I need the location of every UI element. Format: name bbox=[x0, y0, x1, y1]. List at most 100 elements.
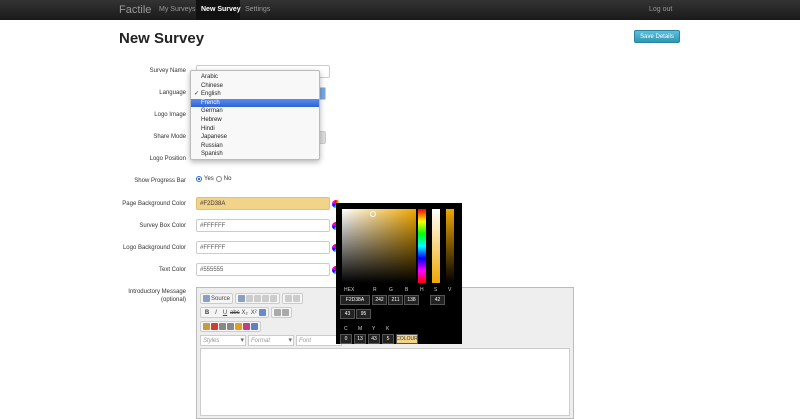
horizontal-rule-icon[interactable] bbox=[227, 323, 234, 330]
special-char-icon[interactable] bbox=[243, 323, 250, 330]
s-input[interactable]: 43 bbox=[340, 309, 355, 319]
hue-slider[interactable] bbox=[418, 209, 426, 283]
c-label: C bbox=[344, 326, 348, 332]
bold-button[interactable]: B bbox=[203, 309, 211, 317]
flash-icon[interactable] bbox=[211, 323, 218, 330]
c-input[interactable]: 0 bbox=[340, 334, 352, 344]
source-icon bbox=[203, 295, 210, 302]
templates-icon[interactable] bbox=[270, 295, 278, 302]
nav-new-survey[interactable]: New Survey bbox=[201, 6, 241, 13]
hex-label: HEX bbox=[344, 287, 355, 293]
progress-bar-radio-group: Yes No bbox=[196, 176, 231, 182]
strike-button[interactable]: abc bbox=[230, 309, 240, 317]
h-input[interactable]: 42 bbox=[430, 295, 445, 305]
text-color-input[interactable]: #555555 bbox=[196, 263, 330, 276]
k-input[interactable]: 5 bbox=[382, 334, 394, 344]
progress-yes-radio[interactable] bbox=[196, 176, 202, 182]
language-option-japanese[interactable]: Japanese bbox=[191, 133, 319, 142]
saturation-slider[interactable] bbox=[432, 209, 440, 283]
print-icon[interactable] bbox=[262, 295, 270, 302]
share-mode-label: Share Mode bbox=[153, 134, 186, 140]
editor-toolbar-row-3 bbox=[200, 321, 261, 332]
source-button[interactable]: Source bbox=[211, 295, 230, 303]
logo-bg-color-label: Logo Background Color bbox=[122, 245, 186, 251]
r-input[interactable]: 242 bbox=[372, 295, 387, 305]
language-option-chinese[interactable]: Chinese bbox=[191, 82, 319, 91]
language-dropdown-menu: Arabic Chinese ✓ English French German He… bbox=[190, 70, 320, 160]
remove-format-icon[interactable] bbox=[258, 309, 266, 316]
preview-icon[interactable] bbox=[254, 295, 262, 302]
survey-box-color-input[interactable]: #FFFFFF bbox=[196, 219, 330, 232]
h-label: H bbox=[420, 287, 424, 293]
colour-preview: COLOUR bbox=[396, 334, 418, 344]
page-bg-color-input[interactable]: #F2D38A bbox=[196, 197, 330, 210]
table-icon[interactable] bbox=[219, 323, 226, 330]
picker-cursor[interactable] bbox=[370, 211, 376, 217]
smiley-icon[interactable] bbox=[235, 323, 242, 330]
language-option-arabic[interactable]: Arabic bbox=[191, 73, 319, 82]
logo-bg-color-input[interactable]: #FFFFFF bbox=[196, 241, 330, 254]
editor-toolbar-row-1: Source bbox=[200, 293, 304, 304]
b-input[interactable]: 138 bbox=[404, 295, 419, 305]
saturation-value-field[interactable] bbox=[342, 209, 416, 283]
text-color-label: Text Color bbox=[158, 267, 186, 273]
bullet-list-icon[interactable] bbox=[281, 309, 289, 316]
toolbar-group: Source bbox=[200, 293, 234, 304]
save-details-button[interactable]: Save Details bbox=[634, 30, 680, 43]
logo-position-label: Logo Position bbox=[149, 156, 186, 162]
superscript-button[interactable]: X² bbox=[250, 309, 258, 317]
italic-button[interactable]: I bbox=[212, 309, 220, 317]
language-option-hindi[interactable]: Hindi bbox=[191, 125, 319, 134]
editor-toolbar-row-4: Styles Format Font bbox=[200, 335, 342, 346]
r-label: R bbox=[373, 287, 377, 293]
m-input[interactable]: 13 bbox=[354, 334, 366, 344]
format-select[interactable]: Format bbox=[248, 335, 294, 346]
intro-message-label: Introductory Message bbox=[128, 289, 186, 295]
brand-logo[interactable]: Factile bbox=[119, 4, 151, 16]
language-option-english[interactable]: ✓ English bbox=[191, 90, 319, 99]
v-label: V bbox=[448, 287, 452, 293]
styles-select[interactable]: Styles bbox=[200, 335, 246, 346]
checkmark-icon: ✓ bbox=[194, 91, 200, 98]
v-input[interactable]: 95 bbox=[356, 309, 371, 319]
numbered-list-icon[interactable] bbox=[273, 309, 281, 316]
language-option-german[interactable]: German bbox=[191, 107, 319, 116]
progress-no-label: No bbox=[223, 176, 232, 182]
y-input[interactable]: 43 bbox=[368, 334, 380, 344]
toolbar-group bbox=[270, 307, 292, 318]
nav-my-surveys[interactable]: My Surveys bbox=[159, 6, 196, 13]
iframe-icon[interactable] bbox=[251, 323, 258, 330]
g-label: G bbox=[389, 287, 393, 293]
b-label: B bbox=[405, 287, 409, 293]
m-label: M bbox=[358, 326, 363, 332]
hex-input[interactable]: F2D38A bbox=[340, 295, 370, 305]
copy-icon[interactable] bbox=[293, 295, 301, 302]
progress-bar-label: Show Progress Bar bbox=[134, 178, 186, 184]
language-label: Language bbox=[159, 90, 186, 96]
language-option-french[interactable]: French bbox=[191, 98, 319, 108]
language-option-spanish[interactable]: Spanish bbox=[191, 150, 319, 159]
image-icon[interactable] bbox=[203, 323, 210, 330]
k-label: K bbox=[386, 326, 390, 332]
cut-icon[interactable] bbox=[285, 295, 293, 302]
toolbar-group bbox=[282, 293, 304, 304]
language-option-russian[interactable]: Russian bbox=[191, 142, 319, 151]
language-option-english-label: English bbox=[201, 91, 221, 98]
page-bg-color-label: Page Background Color bbox=[122, 201, 186, 207]
editor-toolbar-row-2: B I U abc X₂ X² bbox=[200, 307, 292, 318]
value-slider[interactable] bbox=[446, 209, 454, 283]
toolbar-group bbox=[235, 293, 281, 304]
nav-settings[interactable]: Settings bbox=[245, 6, 270, 13]
subscript-button[interactable]: X₂ bbox=[241, 309, 249, 317]
s-label: S bbox=[434, 287, 438, 293]
save-icon[interactable] bbox=[238, 295, 246, 302]
progress-no-radio[interactable] bbox=[215, 176, 222, 182]
g-input[interactable]: 211 bbox=[388, 295, 403, 305]
language-option-hebrew[interactable]: Hebrew bbox=[191, 116, 319, 125]
toolbar-group bbox=[200, 321, 261, 332]
editor-content-area[interactable] bbox=[200, 348, 570, 416]
survey-box-color-label: Survey Box Color bbox=[139, 223, 186, 229]
logout-link[interactable]: Log out bbox=[649, 6, 672, 13]
underline-button[interactable]: U bbox=[221, 309, 229, 317]
new-page-icon[interactable] bbox=[246, 295, 254, 302]
